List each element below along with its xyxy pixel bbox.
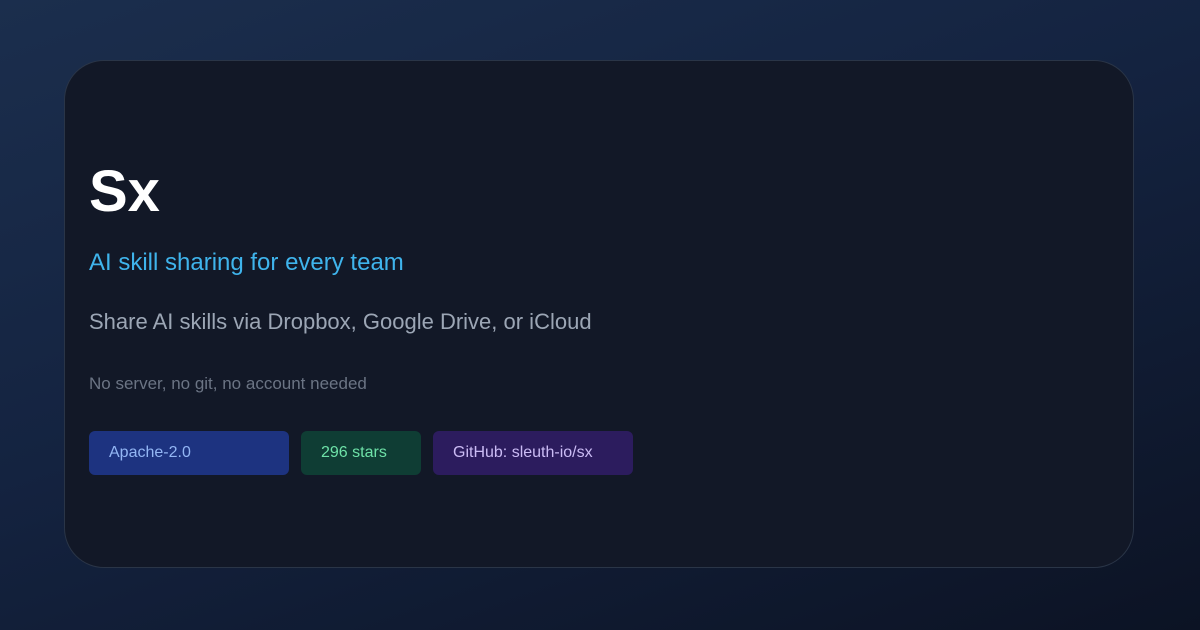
- project-card: Sx AI skill sharing for every team Share…: [64, 60, 1134, 568]
- project-description: Share AI skills via Dropbox, Google Driv…: [89, 309, 592, 334]
- stars-badge: 296 stars: [301, 431, 421, 475]
- badge-row: Apache-2.0 296 stars GitHub: sleuth-io/s…: [89, 431, 633, 475]
- license-badge: Apache-2.0: [89, 431, 289, 475]
- project-title: Sx: [89, 159, 160, 224]
- project-note: No server, no git, no account needed: [89, 374, 367, 393]
- github-badge: GitHub: sleuth-io/sx: [433, 431, 633, 475]
- project-tagline: AI skill sharing for every team: [89, 249, 404, 276]
